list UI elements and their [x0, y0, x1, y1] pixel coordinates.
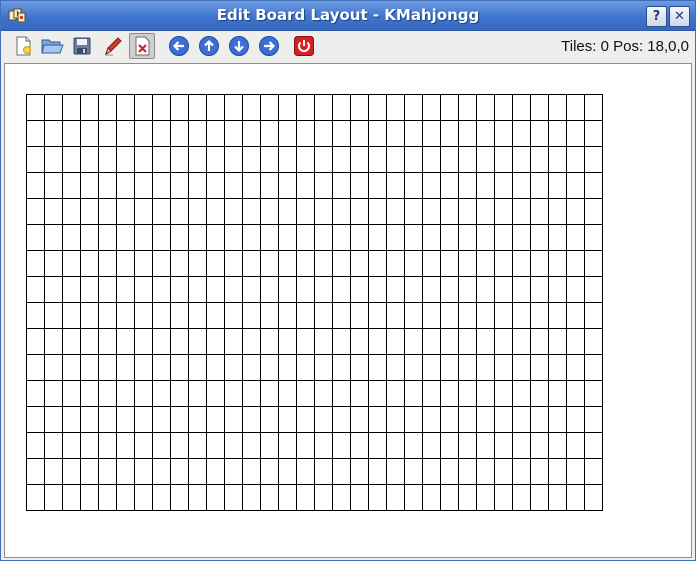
move-right-button[interactable] — [256, 33, 282, 59]
new-button[interactable] — [10, 33, 36, 59]
move-up-button[interactable] — [196, 33, 222, 59]
arrow-up-icon — [199, 36, 219, 56]
new-icon — [16, 36, 31, 56]
delete-button[interactable] — [129, 33, 155, 59]
move-left-button[interactable] — [166, 33, 192, 59]
board-grid[interactable] — [5, 64, 691, 557]
app-window: Edit Board Layout - KMahjongg ? ✕ Tiles:… — [0, 0, 696, 561]
close-button[interactable]: ✕ — [669, 6, 690, 27]
arrow-left-icon — [169, 36, 189, 56]
window-title: Edit Board Layout - KMahjongg — [216, 6, 480, 24]
open-button[interactable] — [39, 33, 65, 59]
arrow-down-icon — [229, 36, 249, 56]
quit-button[interactable] — [291, 33, 317, 59]
status-text: Tiles: 0 Pos: 18,0,0 — [561, 38, 689, 55]
move-down-button[interactable] — [226, 33, 252, 59]
arrow-right-icon — [259, 36, 279, 56]
title-bar[interactable]: Edit Board Layout - KMahjongg ? ✕ — [1, 1, 695, 31]
pencil-icon — [105, 37, 122, 56]
quit-icon — [294, 36, 314, 56]
save-button[interactable] — [69, 33, 95, 59]
open-icon — [41, 39, 64, 54]
pencil-button[interactable] — [99, 33, 125, 59]
delete-icon — [135, 36, 150, 56]
save-icon — [73, 37, 91, 55]
board-canvas[interactable] — [4, 63, 692, 558]
help-button[interactable]: ? — [646, 6, 667, 27]
